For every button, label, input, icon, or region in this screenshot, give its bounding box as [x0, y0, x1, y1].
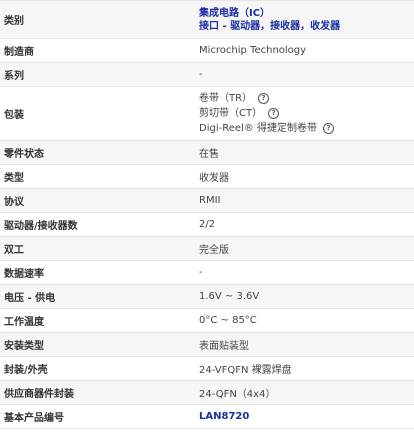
attribute-value: 完全版: [191, 237, 414, 260]
table-row: 类别 集成电路（IC） 接口 - 驱动器，接收器，收发器: [0, 1, 414, 39]
table-row: 安装类型 表面贴装型: [0, 333, 414, 357]
attribute-value: Microchip Technology: [191, 39, 414, 62]
manufacturer-value: Microchip Technology: [199, 45, 307, 56]
product-attributes-table: 类别 集成电路（IC） 接口 - 驱动器，接收器，收发器 制造商 Microch…: [0, 0, 414, 429]
attribute-label: 基本产品编号: [4, 413, 64, 424]
attribute-label: 供应商器件封装: [4, 389, 74, 400]
question-circle-icon[interactable]: ?: [322, 123, 334, 134]
supply-voltage-value: 1.6V ~ 3.6V: [199, 291, 260, 302]
table-row: 封装/外壳 24-VFQFN 裸露焊盘: [0, 357, 414, 381]
attribute-value: 1.6V ~ 3.6V: [191, 285, 414, 308]
protocol-value: RMII: [199, 195, 221, 206]
type-value: 收发器: [199, 173, 229, 184]
attribute-value: 24-QFN（4x4）: [191, 381, 414, 404]
attribute-value: 集成电路（IC） 接口 - 驱动器，接收器，收发器: [191, 1, 414, 38]
table-row: 驱动器/接收器数 2/2: [0, 213, 414, 237]
attribute-value: 收发器: [191, 165, 414, 188]
base-product-number-link[interactable]: LAN8720: [199, 410, 414, 423]
attribute-label: 工作温度: [4, 317, 44, 328]
table-row: 包装 卷带（TR） ? 剪切带（CT） ? Digi-Reel® 得捷定制卷带 …: [0, 87, 414, 141]
duplex-value: 完全版: [199, 245, 229, 256]
attribute-value: 表面贴装型: [191, 333, 414, 356]
attribute-label: 电压 - 供电: [4, 293, 56, 304]
table-row: 协议 RMII: [0, 189, 414, 213]
packaging-option-label: 卷带（TR）: [199, 93, 253, 104]
table-row: 双工 完全版: [0, 237, 414, 261]
data-rate-value: -: [199, 267, 203, 278]
table-row: 类型 收发器: [0, 165, 414, 189]
question-circle-icon[interactable]: ?: [258, 93, 270, 104]
attribute-label: 双工: [4, 245, 24, 256]
packaging-option-label: Digi-Reel® 得捷定制卷带: [199, 123, 317, 134]
packaging-option: Digi-Reel® 得捷定制卷带 ?: [199, 121, 414, 136]
supplier-device-package-value: 24-QFN（4x4）: [199, 389, 276, 400]
attribute-value: 0°C ~ 85°C: [191, 309, 414, 332]
attribute-value: 卷带（TR） ? 剪切带（CT） ? Digi-Reel® 得捷定制卷带 ?: [191, 87, 414, 140]
attribute-label: 类别: [4, 16, 24, 27]
attribute-label: 协议: [4, 197, 24, 208]
driver-receiver-count-value: 2/2: [199, 219, 216, 230]
series-value: -: [199, 69, 203, 80]
attribute-label: 零件状态: [4, 149, 44, 160]
table-row: 基本产品编号 LAN8720: [0, 405, 414, 429]
table-row: 零件状态 在售: [0, 141, 414, 165]
attribute-label: 制造商: [4, 47, 34, 58]
attribute-value: 在售: [191, 141, 414, 164]
packaging-option: 卷带（TR） ?: [199, 91, 414, 106]
attribute-label: 类型: [4, 173, 24, 184]
table-row: 系列 -: [0, 63, 414, 87]
attribute-value: 2/2: [191, 213, 414, 236]
attribute-value: -: [191, 63, 414, 86]
package-case-value: 24-VFQFN 裸露焊盘: [199, 365, 292, 376]
attribute-label: 系列: [4, 71, 24, 82]
attribute-label: 安装类型: [4, 341, 44, 352]
category-link-interface[interactable]: 接口 - 驱动器，接收器，收发器: [199, 20, 414, 33]
attribute-label: 驱动器/接收器数: [4, 221, 78, 232]
question-circle-icon[interactable]: ?: [268, 108, 280, 119]
part-status-value: 在售: [199, 149, 219, 160]
packaging-option-label: 剪切带（CT）: [199, 108, 263, 119]
attribute-value: LAN8720: [191, 405, 414, 428]
attribute-label: 包装: [4, 110, 24, 121]
table-row: 电压 - 供电 1.6V ~ 3.6V: [0, 285, 414, 309]
table-row: 制造商 Microchip Technology: [0, 39, 414, 63]
attribute-label: 封装/外壳: [4, 365, 48, 376]
attribute-value: -: [191, 261, 414, 284]
operating-temperature-value: 0°C ~ 85°C: [199, 315, 257, 326]
packaging-option: 剪切带（CT） ?: [199, 106, 414, 121]
category-link-ic[interactable]: 集成电路（IC）: [199, 7, 414, 20]
table-row: 供应商器件封装 24-QFN（4x4）: [0, 381, 414, 405]
attribute-label: 数据速率: [4, 269, 44, 280]
table-row: 工作温度 0°C ~ 85°C: [0, 309, 414, 333]
table-row: 数据速率 -: [0, 261, 414, 285]
attribute-value: 24-VFQFN 裸露焊盘: [191, 357, 414, 380]
mounting-type-value: 表面贴装型: [199, 341, 249, 352]
attribute-value: RMII: [191, 189, 414, 212]
